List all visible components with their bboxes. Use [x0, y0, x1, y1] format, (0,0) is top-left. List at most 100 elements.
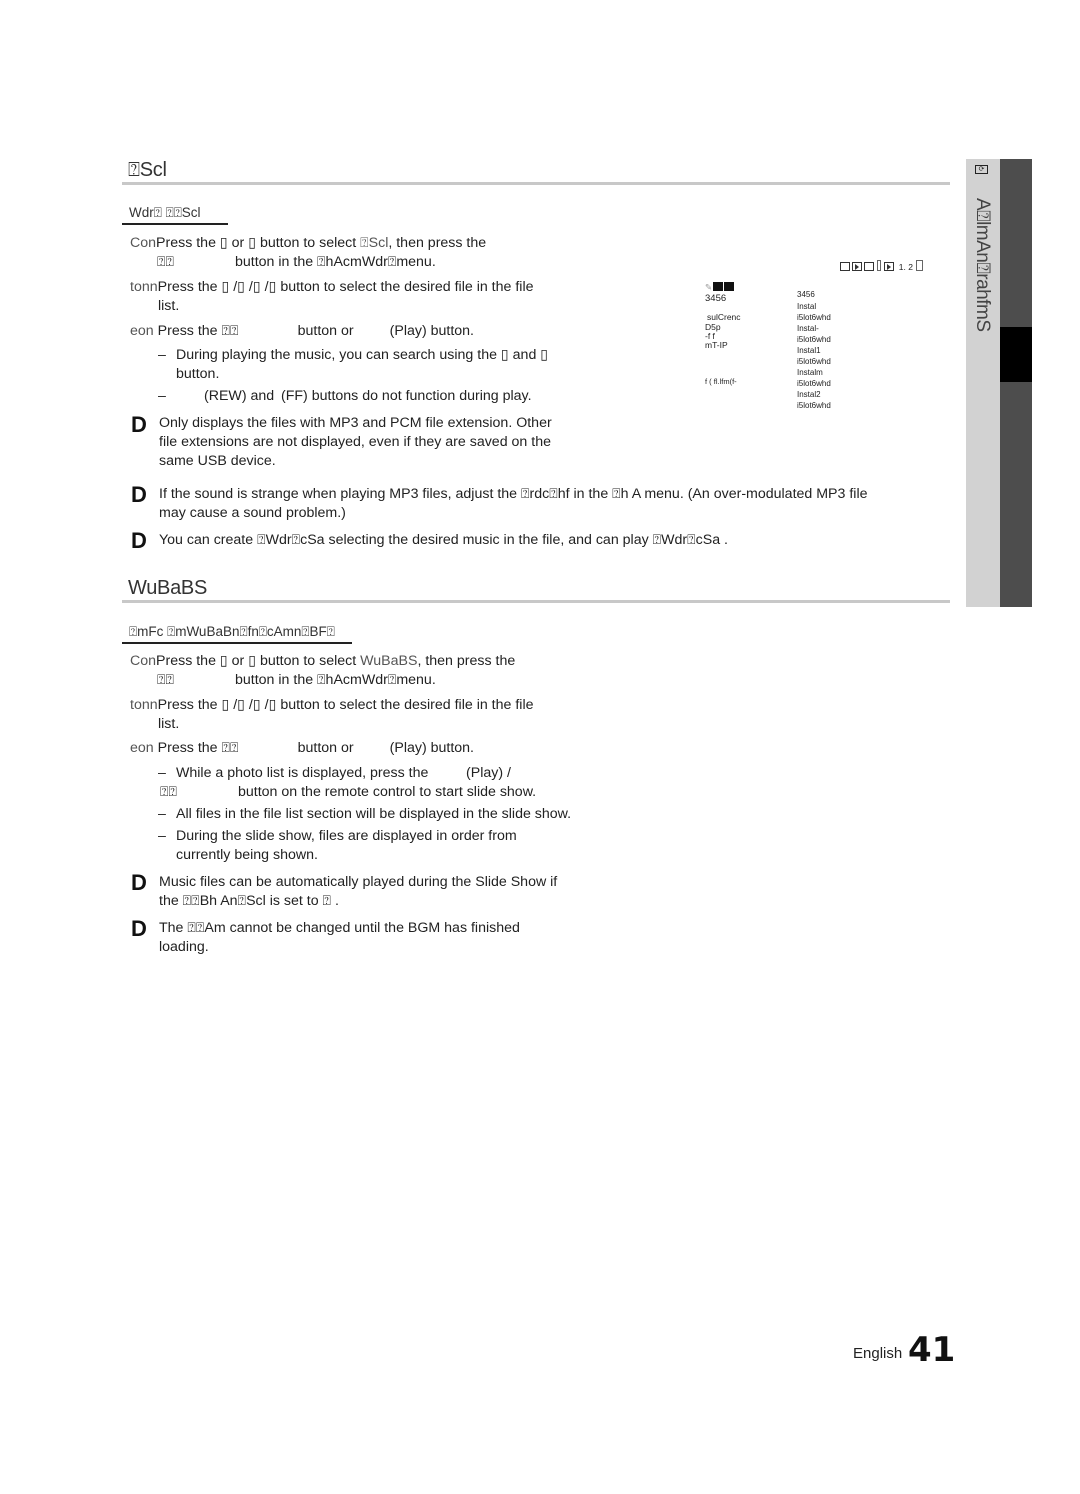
step-3: eon Press the ⍰⍰ button or (Play) button. [130, 739, 570, 758]
dash: – [158, 765, 166, 781]
chapter-label: A⍰lmAn⍰rahfmS [972, 198, 993, 332]
chapter-icon: ⟳ [975, 165, 988, 174]
dash-item-2: – (REW) and (FF) buttons do not function … [158, 387, 578, 406]
photo-icon [864, 262, 874, 271]
step-text-line2: list. [158, 298, 180, 314]
info-line: mT-IP [705, 340, 728, 350]
note-text: Music files can be automatically played … [159, 874, 558, 890]
step-number: eon [130, 323, 154, 339]
file-item[interactable]: Instal-i5lot6whd [797, 323, 831, 345]
note-text: If the sound is strange when playing MP3… [159, 486, 868, 502]
file-info: i5lot6whd [797, 357, 831, 366]
step-text-line2: button in the ⍰hAcmWdr⍰menu. [235, 672, 436, 688]
footer-language: English [853, 1345, 903, 1362]
file-info: i5lot6whd [797, 313, 831, 322]
section-rule [122, 182, 950, 185]
note-icon: D [131, 528, 147, 553]
enter-key-label: ⍰⍰ [157, 672, 175, 688]
dash-text: During the slide show, files are display… [176, 828, 517, 844]
enter-key-label: ⍰⍰ [160, 784, 178, 800]
subsection-underline [122, 223, 228, 225]
step-number: Con [130, 235, 157, 251]
file-item[interactable]: Instal2 i5lot6whd [797, 389, 831, 411]
dash-item-1: – During playing the music, you can sear… [158, 346, 578, 384]
dash-item-1: – While a photo list is displayed, press… [158, 764, 588, 802]
file-list-header: 3456 [797, 290, 815, 299]
dash-text: (Play) / [466, 765, 511, 781]
file-item[interactable]: Instalm i5lot6whd [797, 367, 831, 389]
step-text: (Play) button. [389, 323, 475, 339]
subsection-title: Wdr⍰ ⍰⍰Scl [129, 205, 201, 220]
file-info: i5lot6whd [797, 379, 831, 388]
file-list: 3456 Instal i5lot6whd Instal-i5lot6whd In… [797, 289, 831, 411]
section-title-photos: WuBaBS [128, 577, 207, 599]
file-name: Instal- [797, 324, 819, 333]
step-text-line2: list. [158, 716, 180, 732]
dash: – [158, 347, 166, 363]
status-bar: 1. 2 [840, 260, 924, 273]
note-text: the ⍰⍰Bh An⍰Scl is set to ⍰ . [159, 893, 339, 909]
note-text: file extensions are not displayed, even … [159, 434, 551, 450]
subsection-title: ⍰mFc ⍰mWuBaBn⍰fn⍰cAmn⍰BF⍰ [129, 624, 335, 639]
play-icon [852, 262, 862, 271]
file-item[interactable]: Instal1 i5lot6whd [797, 345, 831, 367]
step-number: Con [130, 653, 157, 669]
enter-key-label: ⍰⍰ [157, 254, 175, 270]
note-text: The ⍰⍰Am cannot be changed until the BGM… [159, 920, 520, 936]
step-text: Press the ⍰⍰ [157, 740, 239, 756]
file-name: Instalm [797, 368, 823, 377]
step-number: tonn [130, 697, 158, 713]
battery-icon [877, 260, 881, 271]
file-info: i5lot6whd [797, 401, 831, 410]
dash-text: During playing the music, you can search… [176, 347, 549, 363]
file-name: Instal2 [797, 390, 821, 399]
note-icon: D [131, 916, 147, 941]
note-icon: D [131, 412, 147, 437]
step-text: button or [297, 323, 354, 339]
note-1: Music files can be automatically played … [159, 873, 589, 911]
step-1: ConPress the ▯ or ▯ button to select WuB… [130, 652, 570, 690]
dash-text: button on the remote control to start sl… [238, 784, 537, 800]
file-name: Instal1 [797, 346, 821, 355]
note-icon: D [131, 482, 147, 507]
step-2: tonnPress the ▯ /▯ /▯ /▯ button to selec… [130, 696, 570, 734]
note-text: You can create ⍰Wdr⍰cSa selecting the de… [159, 532, 728, 548]
step-text: Press the ▯ /▯ /▯ /▯ button to select th… [157, 697, 534, 713]
file-item[interactable]: Instal i5lot6whd [797, 301, 831, 323]
note-text: loading. [159, 939, 209, 955]
note-2: If the sound is strange when playing MP3… [159, 485, 959, 523]
left-footer: f ( fl.lfm(f- [705, 377, 737, 386]
page-number: 41 [908, 1330, 956, 1370]
step-text: button or [297, 740, 354, 756]
bar-icon [713, 282, 724, 291]
grid-icon [840, 262, 850, 271]
step-text: Press the ⍰⍰ [157, 323, 239, 339]
bar-icon [724, 282, 735, 291]
dash: – [158, 388, 166, 404]
step-text-end: , then press the [388, 235, 487, 251]
active-chapter-tab[interactable] [1000, 327, 1032, 382]
note-text: same USB device. [159, 453, 276, 469]
step-text-line2: button in the ⍰hAcmWdr⍰menu. [235, 254, 436, 270]
note-3: You can create ⍰Wdr⍰cSa selecting the de… [159, 531, 959, 550]
note-1: Only displays the files with MP3 and PCM… [159, 414, 579, 471]
menu-term: ⍰Scl [360, 235, 389, 251]
step-number: eon [130, 740, 154, 756]
subsection-underline [122, 642, 352, 644]
play-icon [884, 262, 895, 271]
step-text-end: , then press the [417, 653, 516, 669]
file-name: Instal [797, 302, 817, 311]
dash-text: All files in the file list section will … [176, 806, 572, 822]
menu-term: WuBaBS [360, 653, 418, 669]
step-2: tonnPress the ▯ /▯ /▯ /▯ button to selec… [130, 278, 570, 316]
dash-text: currently being shown. [176, 847, 318, 863]
dash-text: (FF) buttons do not function during play… [281, 388, 532, 404]
lock-icon [916, 260, 924, 271]
note-icon: D [131, 870, 147, 895]
device-icons: ✎ [705, 282, 741, 293]
dash-item-3: – During the slide show, files are displ… [158, 827, 588, 865]
note-text: Only displays the files with MP3 and PCM… [159, 415, 552, 431]
note-text: may cause a sound problem.) [159, 505, 346, 521]
step-text: Press the ▯ or ▯ button to select [156, 653, 361, 669]
pen-icon: ✎ [705, 282, 713, 292]
